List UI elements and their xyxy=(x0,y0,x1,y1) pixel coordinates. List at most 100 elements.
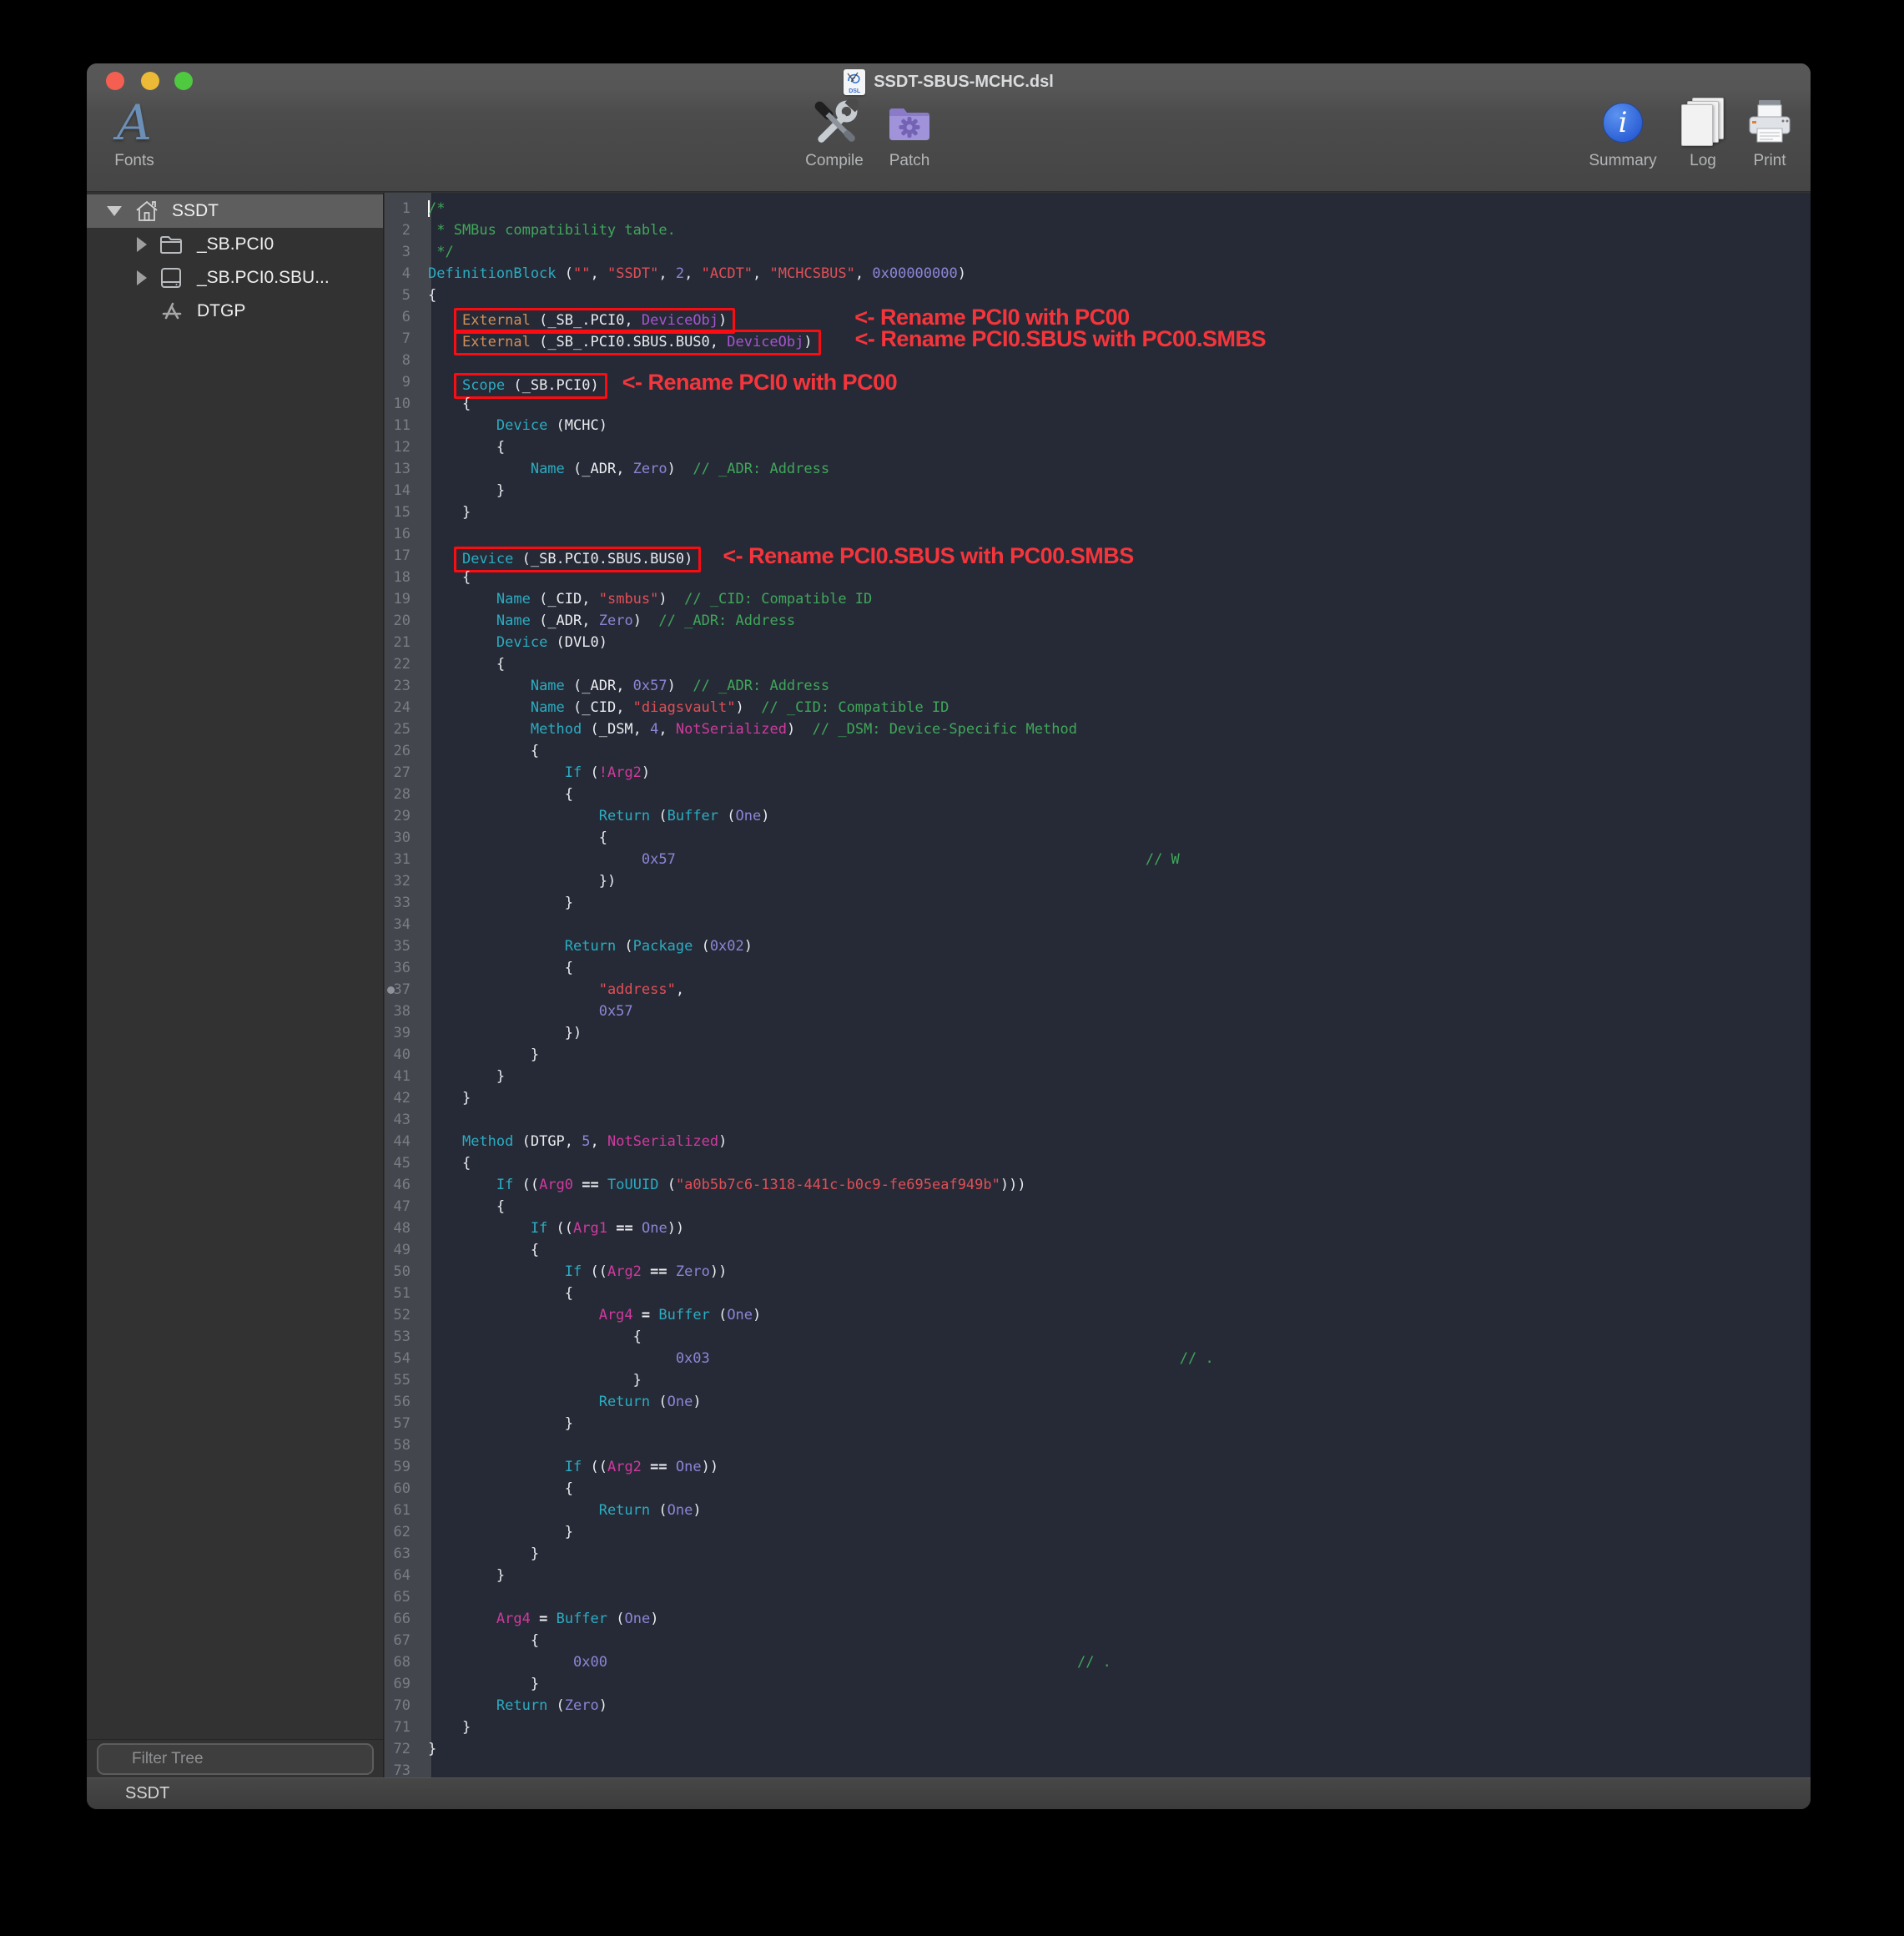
chevron-down-icon[interactable] xyxy=(107,206,122,216)
chevron-right-icon[interactable] xyxy=(137,237,147,252)
code-line[interactable]: 15 } xyxy=(385,502,1811,523)
code-line[interactable]: 45 { xyxy=(385,1152,1811,1174)
code-line[interactable]: 23 Name (_ADR, 0x57) // _ADR: Address xyxy=(385,675,1811,697)
code-line[interactable]: 46 If ((Arg0 == ToUUID ("a0b5b7c6-1318-4… xyxy=(385,1174,1811,1196)
code-line[interactable]: 52 Arg4 = Buffer (One) xyxy=(385,1304,1811,1326)
code-token xyxy=(428,1459,565,1475)
code-text: }) xyxy=(421,1022,582,1044)
code-token xyxy=(428,1632,531,1649)
code-token: } xyxy=(531,1676,539,1692)
code-line[interactable]: 50 If ((Arg2 == Zero)) xyxy=(385,1261,1811,1283)
code-line[interactable]: 22 { xyxy=(385,653,1811,675)
code-token: } xyxy=(565,1415,573,1432)
code-line[interactable]: 71 } xyxy=(385,1717,1811,1738)
code-line[interactable]: 53 { xyxy=(385,1326,1811,1348)
code-token xyxy=(428,1046,531,1063)
code-line[interactable]: 72} xyxy=(385,1738,1811,1760)
code-line[interactable]: 41 } xyxy=(385,1066,1811,1087)
code-line[interactable]: 13 Name (_ADR, Zero) // _ADR: Address xyxy=(385,458,1811,480)
code-line[interactable]: 35 Return (Package (0x02) xyxy=(385,935,1811,957)
code-line[interactable]: 49 { xyxy=(385,1239,1811,1261)
code-line[interactable]: 32 }) xyxy=(385,870,1811,892)
code-line[interactable]: 25 Method (_DSM, 4, NotSerialized) // _D… xyxy=(385,718,1811,740)
code-line[interactable]: 62 } xyxy=(385,1521,1811,1543)
code-line[interactable]: 28 { xyxy=(385,784,1811,805)
code-line[interactable]: 40 } xyxy=(385,1044,1811,1066)
code-token: (_ADR, xyxy=(565,678,633,694)
code-line[interactable]: 33 } xyxy=(385,892,1811,914)
code-line[interactable]: 51 { xyxy=(385,1283,1811,1304)
code-line[interactable]: 57 } xyxy=(385,1413,1811,1434)
code-line[interactable]: 60 { xyxy=(385,1478,1811,1500)
sidebar-item-sb-pci0-sbus[interactable]: _SB.PCI0.SBU... xyxy=(87,261,383,295)
code-line[interactable]: 70 Return (Zero) xyxy=(385,1695,1811,1717)
code-line[interactable]: 54 0x03// . xyxy=(385,1348,1811,1369)
code-line[interactable]: 4DefinitionBlock ("", "SSDT", 2, "ACDT",… xyxy=(385,263,1811,285)
code-line[interactable]: 5{ xyxy=(385,285,1811,306)
code-token xyxy=(428,808,599,824)
code-token: // _ADR: Address xyxy=(658,613,795,629)
code-line[interactable]: 36 { xyxy=(385,957,1811,979)
code-line[interactable]: 3 */ xyxy=(385,241,1811,263)
code-line[interactable]: 7 External (_SB_.PCI0.SBUS.BUS0, DeviceO… xyxy=(385,328,1811,350)
code-line[interactable]: 16 xyxy=(385,523,1811,545)
sidebar-item-dtgp[interactable]: DTGP xyxy=(87,295,383,328)
filter-tree-input[interactable] xyxy=(97,1743,374,1775)
code-line[interactable]: 1/* xyxy=(385,198,1811,219)
code-line[interactable]: 31 0x57// W xyxy=(385,849,1811,870)
toolbar-patch-button[interactable]: Patch xyxy=(851,95,968,170)
code-line[interactable]: 19 Name (_CID, "smbus") // _CID: Compati… xyxy=(385,588,1811,610)
code-line[interactable]: 14 } xyxy=(385,480,1811,502)
code-line[interactable]: 73 xyxy=(385,1760,1811,1777)
line-number: 8 xyxy=(385,350,421,371)
code-line[interactable]: 6 External (_SB_.PCI0, DeviceObj)<- Rena… xyxy=(385,306,1811,328)
code-text: { xyxy=(421,1478,573,1500)
sidebar-item-sb-pci0[interactable]: _SB.PCI0 xyxy=(87,228,383,261)
code-editor[interactable]: 1/*2 * SMBus compatibility table.3 */4De… xyxy=(385,193,1811,1777)
code-line[interactable]: 27 If (!Arg2) xyxy=(385,762,1811,784)
code-line[interactable]: 20 Name (_ADR, Zero) // _ADR: Address xyxy=(385,610,1811,632)
code-line[interactable]: 34 xyxy=(385,914,1811,935)
code-line[interactable]: 48 If ((Arg1 == One)) xyxy=(385,1218,1811,1239)
code-line[interactable]: 64 } xyxy=(385,1565,1811,1586)
sidebar-item-ssdt[interactable]: SSDT xyxy=(87,194,383,228)
code-line[interactable]: 63 } xyxy=(385,1543,1811,1565)
code-line[interactable]: 61 Return (One) xyxy=(385,1500,1811,1521)
code-line[interactable]: 44 Method (DTGP, 5, NotSerialized) xyxy=(385,1131,1811,1152)
code-line[interactable]: 24 Name (_CID, "diagsvault") // _CID: Co… xyxy=(385,697,1811,718)
code-line[interactable]: 2 * SMBus compatibility table. xyxy=(385,219,1811,241)
code-line[interactable]: 47 { xyxy=(385,1196,1811,1218)
chevron-right-icon[interactable] xyxy=(137,270,147,285)
code-line[interactable]: 12 { xyxy=(385,436,1811,458)
line-number: 22 xyxy=(385,653,421,675)
code-line[interactable]: 30 { xyxy=(385,827,1811,849)
code-line[interactable]: 68 0x00// . xyxy=(385,1651,1811,1673)
patch-folder-icon xyxy=(851,95,968,150)
code-line[interactable]: 39 }) xyxy=(385,1022,1811,1044)
code-line[interactable]: 59 If ((Arg2 == One)) xyxy=(385,1456,1811,1478)
line-number: 73 xyxy=(385,1760,421,1777)
toolbar-fonts-button[interactable]: A Fonts xyxy=(87,95,193,170)
code-line[interactable]: 55 } xyxy=(385,1369,1811,1391)
code-line[interactable]: 56 Return (One) xyxy=(385,1391,1811,1413)
status-bar: SSDT xyxy=(87,1777,1811,1809)
code-line[interactable]: 17 Device (_SB.PCI0.SBUS.BUS0)<- Rename … xyxy=(385,545,1811,567)
code-line[interactable]: 43 xyxy=(385,1109,1811,1131)
code-line[interactable]: 38 0x57 xyxy=(385,1001,1811,1022)
code-line[interactable]: 21 Device (DVL0) xyxy=(385,632,1811,653)
code-line[interactable]: 69 } xyxy=(385,1673,1811,1695)
code-line[interactable]: 65 xyxy=(385,1586,1811,1608)
code-line[interactable]: 67 { xyxy=(385,1630,1811,1651)
code-line[interactable]: 42 } xyxy=(385,1087,1811,1109)
toolbar-print-button[interactable]: Print xyxy=(1711,95,1811,170)
code-line[interactable]: 37 "address", xyxy=(385,979,1811,1001)
code-line[interactable]: 26 { xyxy=(385,740,1811,762)
code-line[interactable]: 11 Device (MCHC) xyxy=(385,415,1811,436)
fonts-icon: A xyxy=(117,98,152,148)
code-line[interactable]: 29 Return (Buffer (One) xyxy=(385,805,1811,827)
code-token: ( xyxy=(718,808,735,824)
code-line[interactable]: 66 Arg4 = Buffer (One) xyxy=(385,1608,1811,1630)
code-line[interactable]: 58 xyxy=(385,1434,1811,1456)
code-line[interactable]: 9 Scope (_SB.PCI0)<- Rename PCI0 with PC… xyxy=(385,371,1811,393)
code-text xyxy=(421,1109,428,1131)
